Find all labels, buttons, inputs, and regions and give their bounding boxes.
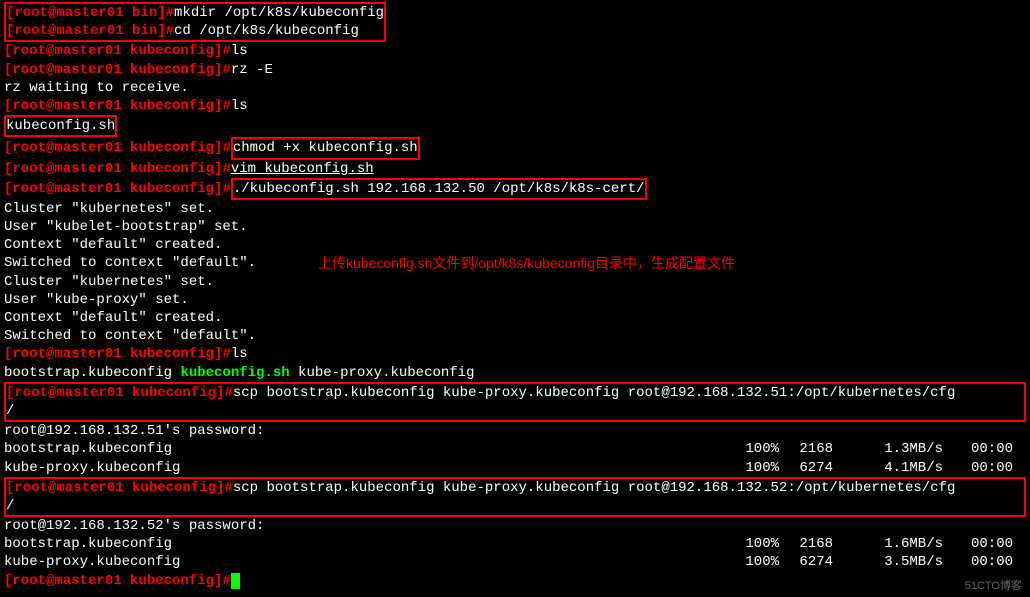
prompt: [root@master01 kubeconfig]# bbox=[4, 62, 231, 78]
cmd-mkdir: mkdir /opt/k8s/kubeconfig bbox=[174, 5, 384, 21]
output: Cluster "kubernetes" set. bbox=[4, 273, 1026, 291]
transfer-speed: 3.5MB/s bbox=[833, 553, 943, 571]
transfer-time: 00:00 bbox=[943, 535, 1013, 553]
box-scp-51: [root@master01 kubeconfig]#scp bootstrap… bbox=[4, 382, 1026, 422]
transfer-pct: 100% bbox=[724, 459, 779, 477]
transfer-size: 2168 bbox=[779, 440, 833, 458]
cmd-scp: scp bootstrap.kubeconfig kube-proxy.kube… bbox=[233, 385, 956, 401]
output: Switched to context "default". bbox=[4, 327, 1026, 345]
prompt: [root@master01 kubeconfig]# bbox=[4, 161, 231, 177]
watermark: 51CTO博客 bbox=[965, 579, 1022, 593]
prompt: [root@master01 kubeconfig]# bbox=[4, 181, 231, 197]
output: Context "default" created. bbox=[4, 309, 1026, 327]
transfer-pct: 100% bbox=[724, 440, 779, 458]
prompt: [root@master01 kubeconfig]# bbox=[4, 346, 231, 362]
output-rz: rz waiting to receive. bbox=[4, 79, 1026, 97]
transfer-file: bootstrap.kubeconfig bbox=[4, 535, 724, 553]
cmd-scp-cont: / bbox=[6, 402, 1024, 420]
transfer-speed: 1.6MB/s bbox=[833, 535, 943, 553]
cmd-rz: rz -E bbox=[231, 62, 273, 78]
transfer-row: kube-proxy.kubeconfig 100% 6274 3.5MB/s … bbox=[4, 553, 1026, 571]
prompt: [root@master01 kubeconfig]# bbox=[6, 385, 233, 401]
cursor-icon bbox=[231, 573, 240, 589]
output: User "kubelet-bootstrap" set. bbox=[4, 218, 1026, 236]
box-exec-script: ./kubeconfig.sh 192.168.132.50 /opt/k8s/… bbox=[231, 178, 647, 200]
annotation-text: 上传kubeconfig.sh文件到/opt/k8s/kubeconfig目录中… bbox=[318, 254, 735, 272]
transfer-time: 00:00 bbox=[943, 440, 1013, 458]
cmd-cd: cd /opt/k8s/kubeconfig bbox=[174, 23, 359, 39]
transfer-file: bootstrap.kubeconfig bbox=[4, 440, 724, 458]
box-mkdir-cd: [root@master01 bin]#mkdir /opt/k8s/kubec… bbox=[4, 2, 386, 42]
transfer-size: 2168 bbox=[779, 535, 833, 553]
password-prompt: root@192.168.132.51's password: bbox=[4, 422, 1026, 440]
transfer-speed: 4.1MB/s bbox=[833, 459, 943, 477]
output: User "kube-proxy" set. bbox=[4, 291, 1026, 309]
prompt: [root@master01 bin]# bbox=[6, 5, 174, 21]
box-kubeconfig-sh: kubeconfig.sh bbox=[4, 115, 117, 137]
transfer-pct: 100% bbox=[724, 553, 779, 571]
cmd-ls: ls bbox=[231, 43, 248, 59]
transfer-row: kube-proxy.kubeconfig 100% 6274 4.1MB/s … bbox=[4, 459, 1026, 477]
prompt: [root@master01 kubeconfig]# bbox=[4, 43, 231, 59]
transfer-time: 00:00 bbox=[943, 459, 1013, 477]
transfer-size: 6274 bbox=[779, 459, 833, 477]
cmd-vim: vim kubeconfig.sh bbox=[231, 161, 374, 177]
cmd-scp: scp bootstrap.kubeconfig kube-proxy.kube… bbox=[233, 480, 956, 496]
transfer-pct: 100% bbox=[724, 535, 779, 553]
file-executable: kubeconfig.sh bbox=[180, 365, 289, 381]
box-scp-52: [root@master01 kubeconfig]#scp bootstrap… bbox=[4, 477, 1026, 517]
transfer-row: bootstrap.kubeconfig 100% 2168 1.6MB/s 0… bbox=[4, 535, 1026, 553]
cmd-scp-cont: / bbox=[6, 497, 1024, 515]
transfer-file: kube-proxy.kubeconfig bbox=[4, 459, 724, 477]
prompt: [root@master01 kubeconfig]# bbox=[6, 480, 233, 496]
prompt: [root@master01 bin]# bbox=[6, 23, 174, 39]
cmd-ls: ls bbox=[231, 346, 248, 362]
prompt: [root@master01 kubeconfig]# bbox=[4, 98, 231, 114]
transfer-size: 6274 bbox=[779, 553, 833, 571]
transfer-row: bootstrap.kubeconfig 100% 2168 1.3MB/s 0… bbox=[4, 440, 1026, 458]
cmd-ls: ls bbox=[231, 98, 248, 114]
output: Context "default" created. bbox=[4, 236, 1026, 254]
file: bootstrap.kubeconfig bbox=[4, 365, 180, 381]
transfer-time: 00:00 bbox=[943, 553, 1013, 571]
prompt: [root@master01 kubeconfig]# bbox=[4, 140, 231, 156]
password-prompt: root@192.168.132.52's password: bbox=[4, 517, 1026, 535]
output: Cluster "kubernetes" set. bbox=[4, 200, 1026, 218]
transfer-speed: 1.3MB/s bbox=[833, 440, 943, 458]
box-chmod: chmod +x kubeconfig.sh bbox=[231, 137, 420, 159]
terminal[interactable]: [root@master01 bin]#mkdir /opt/k8s/kubec… bbox=[0, 0, 1030, 597]
file: kube-proxy.kubeconfig bbox=[290, 365, 475, 381]
transfer-file: kube-proxy.kubeconfig bbox=[4, 553, 724, 571]
prompt: [root@master01 kubeconfig]# bbox=[4, 573, 231, 589]
